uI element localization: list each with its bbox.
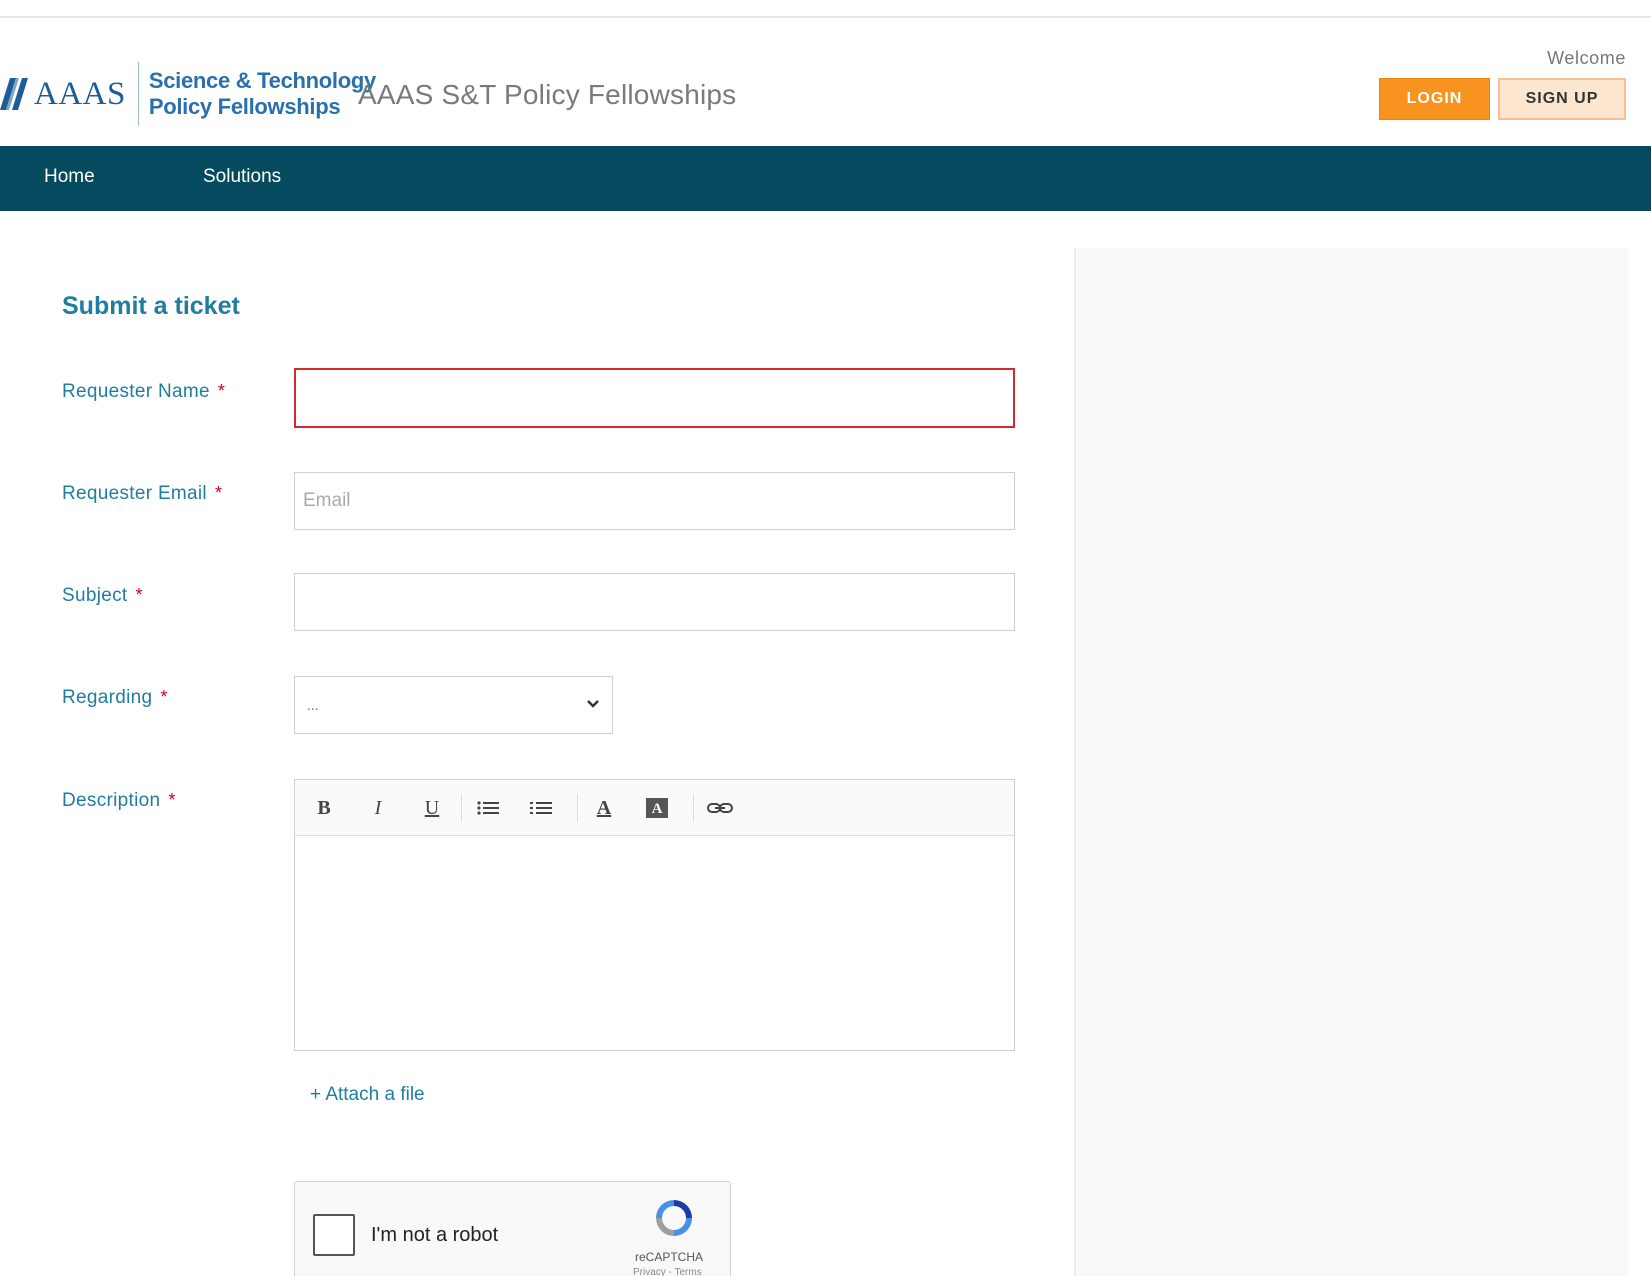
recaptcha-terms-link[interactable]: Privacy - Terms	[633, 1267, 702, 1276]
description-label-text: Description	[62, 790, 161, 811]
aaas-logo-icon	[0, 78, 28, 110]
link-icon	[707, 803, 733, 813]
numbered-list-button[interactable]	[528, 796, 554, 820]
description-editor: B I U A A	[294, 779, 1015, 1051]
required-marker: *	[217, 381, 226, 401]
logo-subtitle-line2: Policy Fellowships	[148, 94, 341, 119]
toolbar-separator	[577, 794, 578, 822]
subject-input[interactable]	[294, 573, 1015, 631]
subject-label: Subject *	[62, 585, 143, 607]
requester-email-input[interactable]	[294, 472, 1015, 530]
subject-label-text: Subject	[62, 585, 128, 606]
welcome-text: Welcome	[1547, 48, 1626, 68]
site-logo[interactable]: AAAS Science & Technology Policy Fellows…	[0, 58, 376, 130]
requester-name-input[interactable]	[294, 368, 1015, 428]
italic-button[interactable]: I	[365, 796, 391, 820]
bullet-list-icon	[477, 801, 499, 815]
main-nav: Home Solutions	[0, 146, 1651, 211]
logo-subtitle: Science & Technology Policy Fellowships	[149, 68, 376, 120]
recaptcha-checkbox[interactable]	[313, 1214, 355, 1256]
requester-email-label-text: Requester Email	[62, 483, 207, 504]
requester-name-label: Requester Name *	[62, 381, 225, 403]
chevron-down-icon	[587, 700, 599, 708]
attach-file-link[interactable]: + Attach a file	[310, 1084, 425, 1106]
sidebar-panel	[1074, 248, 1628, 1276]
nav-item-solutions[interactable]: Solutions	[203, 166, 281, 188]
recaptcha-icon	[656, 1200, 692, 1236]
recaptcha-brand: reCAPTCHA	[635, 1250, 704, 1264]
page-title: Submit a ticket	[62, 292, 240, 320]
required-marker: *	[160, 687, 168, 707]
background-color-button[interactable]: A	[644, 796, 670, 820]
bold-button[interactable]: B	[311, 796, 337, 820]
link-button[interactable]	[707, 796, 733, 820]
toolbar-separator	[461, 794, 462, 822]
site-title: AAAS S&T Policy Fellowships	[358, 79, 737, 110]
bullet-list-button[interactable]	[475, 796, 501, 820]
recaptcha-widget: I'm not a robot reCAPTCHA Privacy - Term…	[294, 1181, 731, 1276]
logo-subtitle-line1: Science & Technology	[148, 68, 376, 93]
numbered-list-icon	[530, 802, 552, 814]
logo-text: AAAS	[34, 75, 126, 112]
logo-divider	[137, 62, 139, 126]
underline-button[interactable]: U	[419, 796, 445, 820]
regarding-label-text: Regarding	[62, 687, 153, 708]
requester-email-label: Requester Email *	[62, 483, 222, 505]
description-textarea[interactable]	[295, 836, 1014, 1050]
required-marker: *	[135, 585, 143, 605]
font-color-button[interactable]: A	[591, 796, 617, 820]
regarding-label: Regarding *	[62, 687, 168, 709]
requester-name-label-text: Requester Name	[62, 381, 210, 402]
background-color-icon: A	[646, 798, 668, 818]
signup-button[interactable]: SIGN UP	[1498, 78, 1626, 120]
login-button[interactable]: LOGIN	[1379, 78, 1490, 120]
description-label: Description *	[62, 790, 176, 812]
recaptcha-label: I'm not a robot	[371, 1224, 499, 1246]
required-marker: *	[168, 790, 176, 810]
editor-toolbar: B I U A A	[295, 780, 1014, 836]
regarding-selected-value: ...	[307, 697, 319, 713]
svg-text:A: A	[652, 801, 663, 817]
toolbar-separator	[693, 794, 694, 822]
site-header: AAAS Science & Technology Policy Fellows…	[0, 18, 1651, 146]
regarding-select[interactable]: ...	[294, 676, 613, 734]
required-marker: *	[214, 483, 223, 503]
nav-item-home[interactable]: Home	[44, 166, 95, 188]
